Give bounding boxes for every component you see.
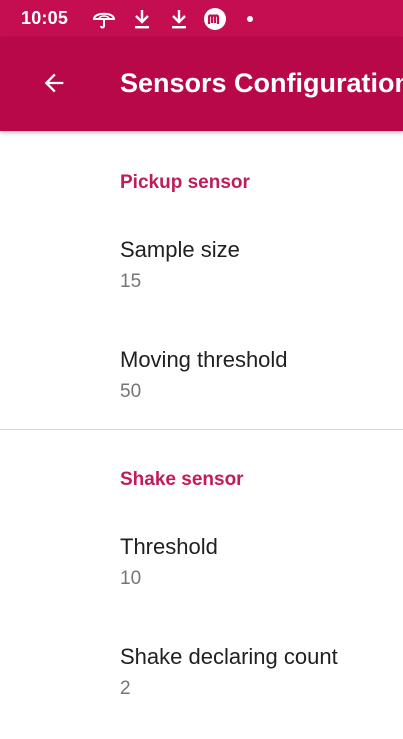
pref-title: Sample size [120,237,240,262]
pref-summary: 2 [120,678,131,699]
umbrella-icon [92,7,116,31]
section-divider [0,429,403,430]
app-bar: Sensors Configuration [0,37,403,131]
back-button[interactable] [30,59,78,107]
pref-summary: 15 [120,271,142,292]
status-bar: 10:05 [0,0,403,37]
pref-shake-declaring-count[interactable]: Shake declaring count 2 [0,618,403,728]
section-header-shake-sensor: Shake sensor [120,469,244,490]
dot-icon [238,7,262,31]
pref-sample-size[interactable]: Sample size 15 [0,211,403,321]
m-badge-icon [203,7,227,31]
pref-title: Threshold [120,534,218,559]
download-icon [167,7,191,31]
pref-title: Shake declaring count [120,644,338,669]
pref-threshold[interactable]: Threshold 10 [0,508,403,618]
pref-summary: 50 [120,381,142,402]
download-icon [130,7,154,31]
section-header-pickup-sensor: Pickup sensor [120,172,250,193]
page-title: Sensors Configuration [120,68,403,98]
pref-title: Moving threshold [120,347,288,372]
pref-summary: 10 [120,568,142,589]
pref-moving-threshold[interactable]: Moving threshold 50 [0,321,403,431]
arrow-back-icon [44,73,64,93]
status-time: 10:05 [21,8,69,28]
